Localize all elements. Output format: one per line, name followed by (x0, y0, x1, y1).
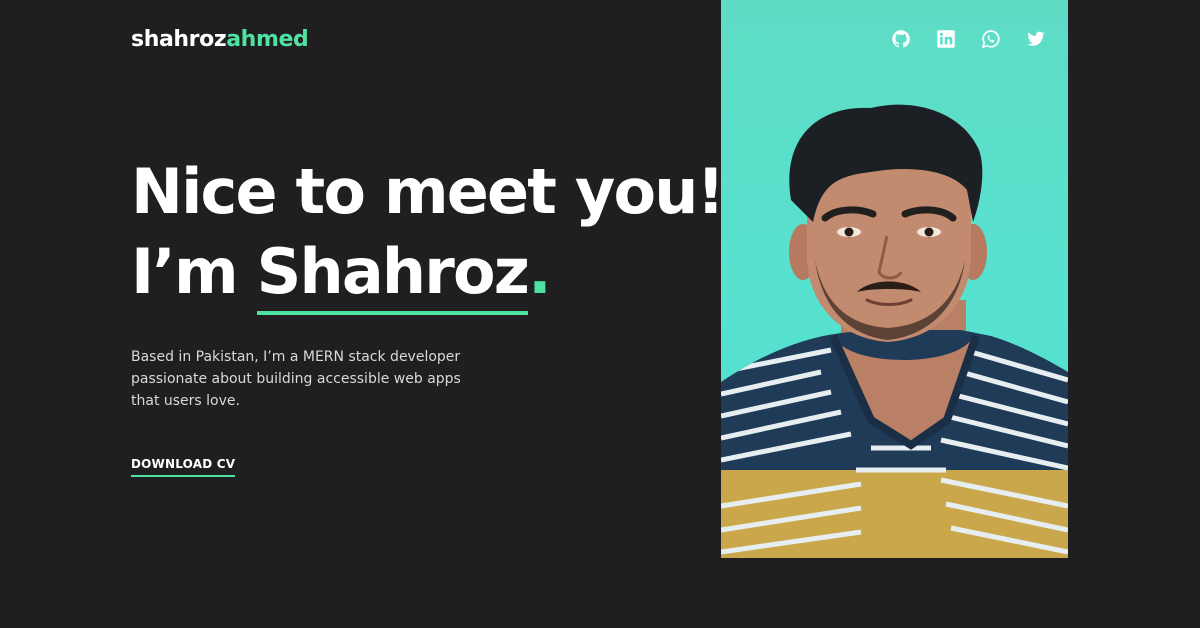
social-links (891, 28, 1068, 50)
linkedin-icon (937, 30, 955, 48)
twitter-icon (1027, 31, 1045, 46)
headline-name: Shahroz (256, 232, 530, 315)
download-cv-link[interactable]: DOWNLOAD CV (131, 457, 236, 477)
logo-last-name: ahmed (226, 27, 309, 52)
headline-line-1: Nice to meet you! (131, 155, 725, 228)
headline-accent-dot: . (528, 235, 552, 308)
hero-headline: Nice to meet you! I’m Shahroz. (131, 152, 725, 315)
profile-photo (721, 0, 1068, 558)
headline-prefix: I’m (131, 235, 257, 308)
site-logo[interactable]: shahrozahmed (131, 27, 309, 52)
linkedin-link[interactable] (936, 28, 956, 50)
twitter-link[interactable] (1026, 28, 1046, 50)
github-icon (892, 30, 910, 48)
portrait-illustration (721, 104, 1068, 558)
whatsapp-icon (981, 30, 1000, 49)
intro-paragraph: Based in Pakistan, I’m a MERN stack deve… (131, 349, 461, 409)
headline-line-2: I’m Shahroz. (131, 232, 723, 315)
github-link[interactable] (891, 28, 911, 50)
whatsapp-link[interactable] (981, 28, 1001, 50)
logo-first-name: shahroz (131, 27, 227, 52)
